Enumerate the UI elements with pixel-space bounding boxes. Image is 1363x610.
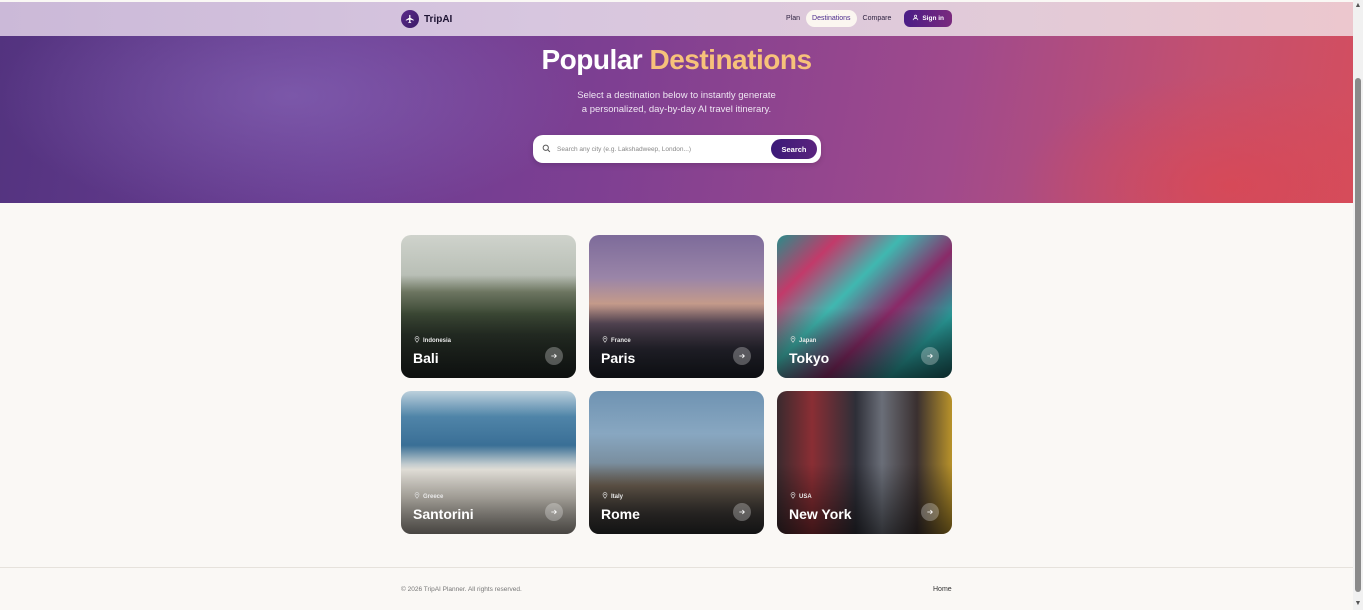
scroll-down-icon[interactable]: ▼ bbox=[1354, 600, 1362, 608]
nav-destinations[interactable]: Destinations bbox=[806, 10, 857, 27]
page-title: Popular Destinations bbox=[0, 44, 1353, 76]
top-navbar: TripAI Plan Destinations Compare Sign in bbox=[0, 2, 1353, 36]
arrow-right-icon[interactable] bbox=[545, 503, 563, 521]
search-icon bbox=[542, 140, 551, 158]
city-name: Rome bbox=[601, 506, 640, 522]
destination-card-santorini[interactable]: Greece Santorini bbox=[401, 391, 576, 534]
nav-plan[interactable]: Plan bbox=[780, 10, 806, 27]
signin-label: Sign in bbox=[922, 15, 945, 22]
city-name: Tokyo bbox=[789, 350, 830, 366]
card-country: Japan bbox=[790, 336, 816, 345]
footer-home-link[interactable]: Home bbox=[933, 586, 952, 593]
title-part-2: Destinations bbox=[649, 44, 812, 75]
arrow-right-icon[interactable] bbox=[921, 503, 939, 521]
nav-links: Plan Destinations Compare Sign in bbox=[780, 10, 953, 27]
country-label: Japan bbox=[799, 337, 817, 344]
brand-logo[interactable]: TripAI bbox=[401, 10, 452, 28]
country-label: Greece bbox=[423, 493, 444, 500]
map-pin-icon bbox=[602, 492, 608, 501]
plane-icon bbox=[401, 10, 419, 28]
arrow-right-icon[interactable] bbox=[733, 503, 751, 521]
card-country: USA bbox=[790, 492, 812, 501]
title-part-1: Popular bbox=[541, 44, 643, 75]
arrow-right-icon[interactable] bbox=[921, 347, 939, 365]
card-country: Greece bbox=[414, 492, 443, 501]
search-button[interactable]: Search bbox=[771, 139, 817, 159]
page: TripAI Plan Destinations Compare Sign in… bbox=[0, 0, 1353, 610]
card-country: Italy bbox=[602, 492, 623, 501]
country-label: France bbox=[611, 337, 631, 344]
scroll-thumb[interactable] bbox=[1355, 78, 1361, 592]
country-label: USA bbox=[799, 493, 812, 500]
city-name: Bali bbox=[413, 350, 439, 366]
brand-name: TripAI bbox=[424, 13, 453, 25]
nav-compare[interactable]: Compare bbox=[857, 10, 898, 27]
hero-subtitle: Select a destination below to instantly … bbox=[0, 89, 1353, 117]
footer-copyright: © 2026 TripAI Planner. All rights reserv… bbox=[401, 586, 522, 593]
scroll-up-icon[interactable]: ▲ bbox=[1354, 2, 1362, 10]
destination-card-bali[interactable]: Indonesia Bali bbox=[401, 235, 576, 378]
destination-card-paris[interactable]: France Paris bbox=[589, 235, 764, 378]
city-name: Paris bbox=[601, 350, 636, 366]
hero-section: Popular Destinations Select a destinatio… bbox=[0, 36, 1353, 203]
destination-card-new-york[interactable]: USA New York bbox=[777, 391, 952, 534]
city-name: New York bbox=[789, 506, 852, 522]
footer: © 2026 TripAI Planner. All rights reserv… bbox=[0, 567, 1353, 610]
vertical-scrollbar[interactable]: ▲ ▼ bbox=[1353, 0, 1363, 610]
map-pin-icon bbox=[602, 336, 608, 345]
map-pin-icon bbox=[790, 492, 796, 501]
country-label: Indonesia bbox=[423, 337, 452, 344]
signin-button[interactable]: Sign in bbox=[904, 10, 953, 27]
arrow-right-icon[interactable] bbox=[545, 347, 563, 365]
subtitle-line-1: Select a destination below to instantly … bbox=[577, 90, 776, 101]
map-pin-icon bbox=[414, 336, 420, 345]
card-country: France bbox=[602, 336, 631, 345]
city-name: Santorini bbox=[413, 506, 474, 522]
destination-card-tokyo[interactable]: Japan Tokyo bbox=[777, 235, 952, 378]
destination-card-rome[interactable]: Italy Rome bbox=[589, 391, 764, 534]
map-pin-icon bbox=[414, 492, 420, 501]
destinations-grid: Indonesia Bali France Paris Japan Tokyo bbox=[401, 235, 953, 534]
user-icon bbox=[912, 14, 919, 23]
subtitle-line-2: a personalized, day-by-day AI travel iti… bbox=[581, 104, 772, 115]
search-bar: Search any city (e.g. Lakshadweep, Londo… bbox=[533, 135, 821, 163]
country-label: Italy bbox=[611, 493, 624, 500]
card-country: Indonesia bbox=[414, 336, 451, 345]
map-pin-icon bbox=[790, 336, 796, 345]
arrow-right-icon[interactable] bbox=[733, 347, 751, 365]
